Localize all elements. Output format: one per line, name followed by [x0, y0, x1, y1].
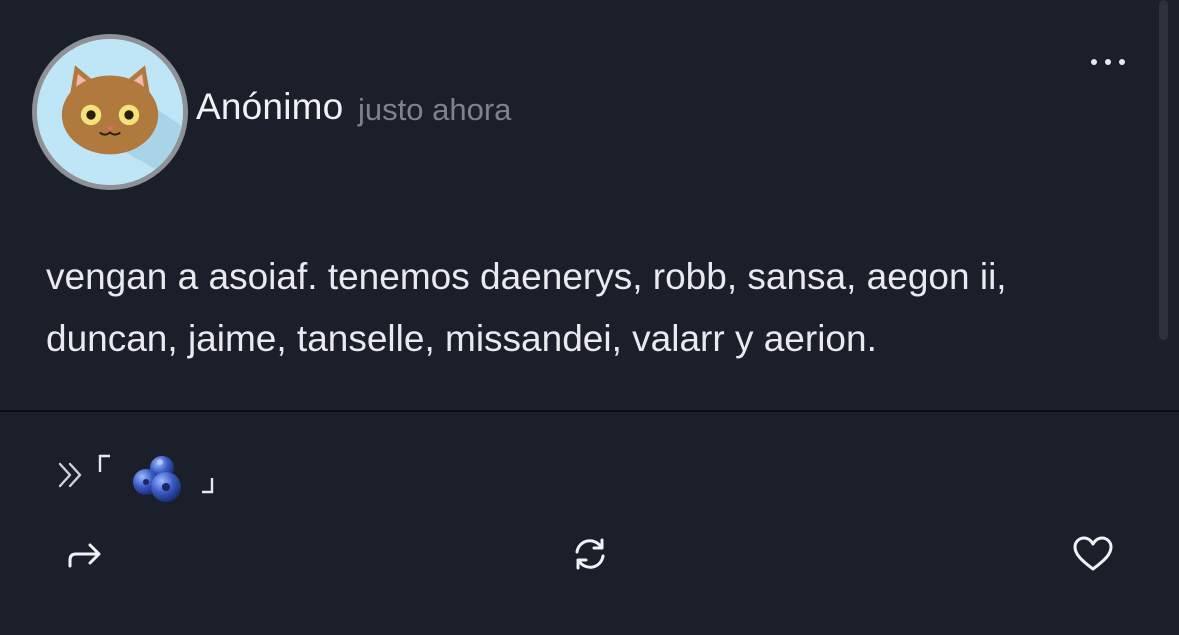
cat-avatar-image: [37, 39, 183, 185]
reblog-icon[interactable]: [568, 534, 612, 574]
post-timestamp: justo ahora: [358, 92, 512, 127]
double-chevron-right-icon: [54, 458, 88, 492]
divider: [0, 410, 1179, 412]
author-name[interactable]: Anónimo: [196, 86, 343, 128]
tag-line: [54, 448, 254, 508]
share-arrow-icon[interactable]: [62, 534, 106, 574]
more-options-icon[interactable]: [1086, 50, 1130, 74]
post-card: Anónimo justo ahora vengan a asoiaf. ten…: [0, 0, 1179, 635]
scrollbar[interactable]: [1159, 0, 1168, 340]
close-bracket: [200, 476, 214, 494]
blueberries-icon: [130, 452, 186, 504]
heart-icon[interactable]: [1071, 534, 1115, 574]
avatar[interactable]: [32, 34, 188, 190]
open-bracket: [98, 454, 112, 474]
post-body-text: vengan a asoiaf. tenemos daenerys, robb,…: [46, 256, 1007, 359]
